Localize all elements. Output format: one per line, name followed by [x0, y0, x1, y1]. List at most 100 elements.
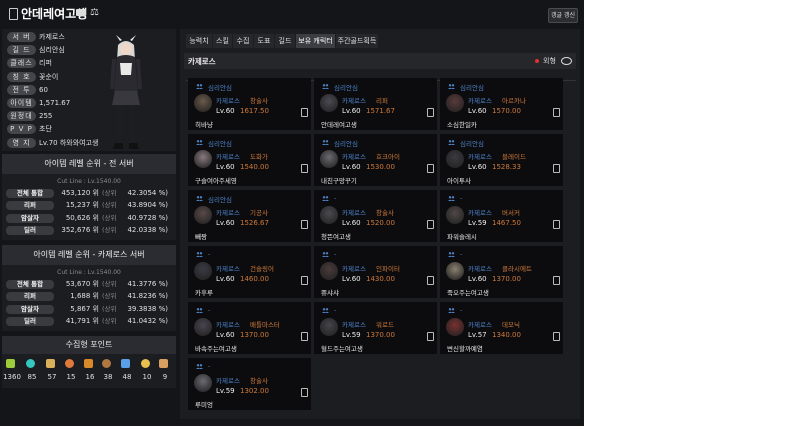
character-level: Lv.60: [468, 163, 487, 171]
guild-members-icon: [322, 252, 329, 257]
rank-category: 전체 통합: [6, 280, 54, 289]
copy-icon[interactable]: [553, 164, 560, 173]
character-avatar: [194, 94, 212, 112]
character-server: 카제로스: [468, 265, 492, 273]
copy-icon[interactable]: [553, 220, 560, 229]
character-card[interactable]: 심리안심 카제로스 창술사 Lv.60 1617.50 히바냥: [188, 78, 311, 130]
character-card[interactable]: - 카제로스 클라시에트 Lv.60 1370.00 죽오주는여고생: [440, 246, 563, 298]
copy-icon[interactable]: [427, 164, 434, 173]
tab-6[interactable]: 보유 캐릭터: [296, 34, 335, 48]
character-card[interactable]: - 카제로스 인파이터 Lv.60 1430.00 쀼샤샤: [314, 246, 437, 298]
guild-name: 심리안심: [208, 84, 232, 92]
character-class: 창술사: [376, 209, 394, 217]
character-level: Lv.60: [468, 275, 487, 283]
server-name: 카제로스: [188, 57, 216, 66]
profile-card-icon[interactable]: [76, 9, 86, 16]
rank-top-label: (상위: [102, 292, 117, 301]
copy-icon[interactable]: [301, 388, 308, 397]
character-level: Lv.60: [342, 163, 361, 171]
character-card[interactable]: 심리안심 카제로스 리퍼 Lv.60 1571.67 안데레여고생: [314, 78, 437, 130]
character-item-level: 1570.00: [492, 107, 521, 115]
guild-members-icon: [448, 196, 455, 201]
guild-name: -: [208, 306, 211, 314]
copy-icon[interactable]: [553, 276, 560, 285]
character-server: 카제로스: [216, 97, 240, 105]
copy-icon[interactable]: [301, 164, 308, 173]
profile-value: 카제로스: [39, 33, 65, 41]
copy-icon[interactable]: [301, 220, 308, 229]
tab-1[interactable]: 능력치: [186, 34, 212, 48]
character-card[interactable]: - 카제로스 버서커 Lv.59 1467.50 파워슬레시: [440, 190, 563, 242]
character-class: 인파이터: [376, 265, 400, 273]
character-item-level: 1302.00: [240, 387, 269, 395]
ignea-token-icon: [84, 359, 93, 368]
character-card[interactable]: - 카제로스 창술사 Lv.60 1520.00 청뜬여고생: [314, 190, 437, 242]
character-level: Lv.60: [468, 107, 487, 115]
rank-all-server-panel: 아이템 레벨 순위 - 전 서버 Cut Line : Lv.1540.00 전…: [2, 154, 176, 240]
rank-category: 암살자: [6, 304, 54, 314]
character-name: 루미엉: [195, 401, 213, 409]
tab-4[interactable]: 도표: [254, 34, 274, 48]
tab-5[interactable]: 길드: [275, 34, 295, 48]
character-card[interactable]: - 카제로스 워로드 Lv.59 1370.00 혈드주는여고생: [314, 302, 437, 354]
copy-icon[interactable]: [301, 276, 308, 285]
bookmark-icon[interactable]: [9, 8, 18, 20]
character-card[interactable]: - 카제로스 데모닉 Lv.57 1340.00 변신할까예염: [440, 302, 563, 354]
guild-members-icon: [448, 252, 455, 257]
character-avatar: [446, 206, 464, 224]
eye-icon[interactable]: [561, 57, 572, 65]
character-class: 호크아이: [376, 153, 400, 161]
character-avatar: [446, 262, 464, 280]
character-card[interactable]: 심리안심 카제로스 블레이드 Lv.60 1528.33 아이투사: [440, 134, 563, 186]
collection-value: 9: [162, 373, 168, 381]
mokoko-seed-icon: [6, 359, 15, 368]
rank-category: 딜러: [6, 225, 54, 235]
character-item-level: 1370.00: [366, 331, 395, 339]
copy-icon[interactable]: [427, 332, 434, 341]
character-card[interactable]: - 카제로스 배틀마스터 Lv.60 1370.00 바속주는여고생: [188, 302, 311, 354]
character-server: 카제로스: [216, 153, 240, 161]
profile-label: 전 투: [7, 84, 36, 95]
copy-icon[interactable]: [553, 108, 560, 117]
guild-name: -: [334, 306, 337, 314]
guild-name: 심리안심: [334, 84, 358, 92]
character-card[interactable]: 심리안심 카제로스 기공사 Lv.60 1526.67 빼짱: [188, 190, 311, 242]
rank-top-label: (상위: [102, 316, 117, 325]
guild-members-icon: [196, 364, 203, 369]
rank-row: 전체 통합 453,120 위 (상위 42.3054 %): [6, 189, 176, 198]
character-name: 빼짱: [195, 233, 207, 241]
copy-icon[interactable]: [553, 332, 560, 341]
tab-2[interactable]: 스킬: [213, 34, 232, 48]
character-level: Lv.60: [216, 275, 235, 283]
guild-name: -: [334, 250, 337, 258]
character-card[interactable]: 심리안심 카제로스 아르카나 Lv.60 1570.00 소심한일카: [440, 78, 563, 130]
copy-icon[interactable]: [427, 220, 434, 229]
collection-value: 38: [103, 373, 113, 381]
island-heart-icon: [26, 359, 35, 368]
character-card[interactable]: 심리안심 카제로스 호크아이 Lv.60 1530.00 내친구망꾸기: [314, 134, 437, 186]
rank-server-cutline: Cut Line : Lv.1540.00: [57, 269, 121, 276]
character-avatar: [320, 318, 338, 336]
character-name: 죽오주는여고생: [447, 289, 489, 297]
tab-7[interactable]: 주간골드획득: [336, 34, 378, 48]
character-class: 도화가: [250, 153, 268, 161]
refresh-button[interactable]: 갱글 갱신: [548, 8, 578, 23]
collection-value: 15: [66, 373, 76, 381]
copy-icon[interactable]: [427, 276, 434, 285]
character-card[interactable]: 심리안심 카제로스 도화가 Lv.60 1540.00 구슬여아주세영: [188, 134, 311, 186]
rank-top-label: (상위: [102, 225, 117, 234]
character-card[interactable]: - 카제로스 건슬링어 Lv.60 1460.00 카후루: [188, 246, 311, 298]
guild-name: 심리안심: [460, 140, 484, 148]
character-name: 청뜬여고생: [321, 233, 351, 241]
character-item-level: 1370.00: [492, 275, 521, 283]
sea-bounty-icon: [102, 359, 111, 368]
copy-icon[interactable]: [427, 108, 434, 117]
copy-icon[interactable]: [301, 108, 308, 117]
masterpiece-icon: [46, 359, 55, 368]
character-avatar: [446, 150, 464, 168]
scale-icon[interactable]: ⚖: [90, 7, 99, 18]
world-tree-leaf-icon: [121, 359, 130, 368]
tab-3[interactable]: 수집: [233, 34, 253, 48]
character-card[interactable]: - 카제로스 창술사 Lv.59 1302.00 루미엉: [188, 358, 311, 410]
copy-icon[interactable]: [301, 332, 308, 341]
